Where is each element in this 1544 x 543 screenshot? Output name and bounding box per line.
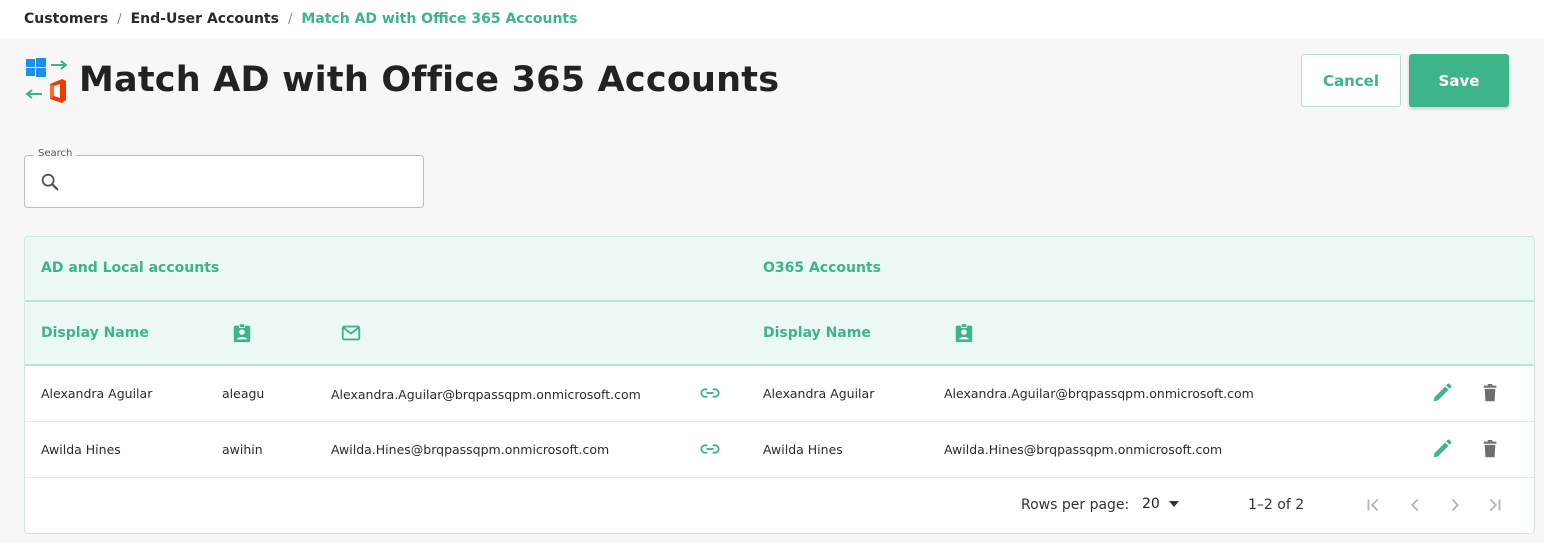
table-column-header: Display Name Display Name [25,302,1534,366]
badge-icon[interactable] [231,322,253,344]
ad-display-name: Awilda Hines [41,442,121,457]
previous-page-icon[interactable] [1404,494,1426,516]
breadcrumb-current: Match AD with Office 365 Accounts [301,11,578,27]
group-o365-accounts: O365 Accounts [763,260,882,276]
ad-email: Awilda.Hines@brqpassqpm.onmicrosoft.com [331,442,610,457]
breadcrumb-end-user-accounts[interactable]: End-User Accounts [131,11,279,27]
trash-icon[interactable] [1479,382,1501,404]
save-button[interactable]: Save [1409,54,1509,107]
rows-per-page-value: 20 [1142,496,1160,512]
caret-down-icon [1168,496,1180,512]
rows-per-page-select[interactable]: 20 [1142,496,1180,512]
breadcrumb-separator: / [117,11,122,27]
envelope-icon[interactable] [340,322,362,344]
ad-display-name: Alexandra Aguilar [41,386,153,401]
ad-email: Alexandra.Aguilar@brqpassqpm.onmicrosoft… [331,387,641,402]
search-field[interactable]: Search [24,148,424,208]
search-icon [39,171,61,193]
breadcrumb-separator: / [287,11,293,27]
o365-display-name: Alexandra Aguilar [763,386,875,401]
table-row: Alexandra Aguilar aleagu Alexandra.Aguil… [25,366,1534,422]
trash-icon[interactable] [1479,438,1501,460]
table-pagination: Rows per page: 20 1–2 of 2 [25,478,1534,533]
table-group-header: AD and Local accounts O365 Accounts [25,237,1534,302]
o365-username: Alexandra.Aguilar@brqpassqpm.onmicrosoft… [944,386,1254,401]
o365-username: Awilda.Hines@brqpassqpm.onmicrosoft.com [944,442,1223,457]
link-icon [699,382,721,404]
rows-per-page-label: Rows per page: [1021,497,1130,513]
col-ad-display-name[interactable]: Display Name [41,325,149,341]
pencil-icon[interactable] [1431,382,1453,404]
first-page-icon[interactable] [1363,494,1385,516]
page-header: Match AD with Office 365 Accounts [24,56,779,104]
pencil-icon[interactable] [1431,438,1453,460]
col-o365-display-name[interactable]: Display Name [763,325,871,341]
ad-username: awihin [222,442,263,457]
ad-username: aleagu [222,386,265,401]
search-input[interactable] [71,166,411,198]
cancel-button[interactable]: Cancel [1301,54,1401,107]
group-ad-local-accounts: AD and Local accounts [41,260,220,276]
breadcrumb-customers[interactable]: Customers [24,11,108,27]
accounts-table: AD and Local accounts O365 Accounts Disp… [24,236,1535,534]
last-page-icon[interactable] [1483,494,1505,516]
pagination-range: 1–2 of 2 [1248,497,1305,513]
breadcrumb: Customers / End-User Accounts / Match AD… [0,0,1544,38]
next-page-icon[interactable] [1444,494,1466,516]
badge-icon[interactable] [953,322,975,344]
search-legend: Search [34,148,77,159]
page-title: Match AD with Office 365 Accounts [79,60,780,100]
link-icon [699,438,721,460]
table-row: Awilda Hines awihin Awilda.Hines@brqpass… [25,422,1534,478]
windows-office-sync-icon [24,56,70,104]
o365-display-name: Awilda Hines [763,442,843,457]
